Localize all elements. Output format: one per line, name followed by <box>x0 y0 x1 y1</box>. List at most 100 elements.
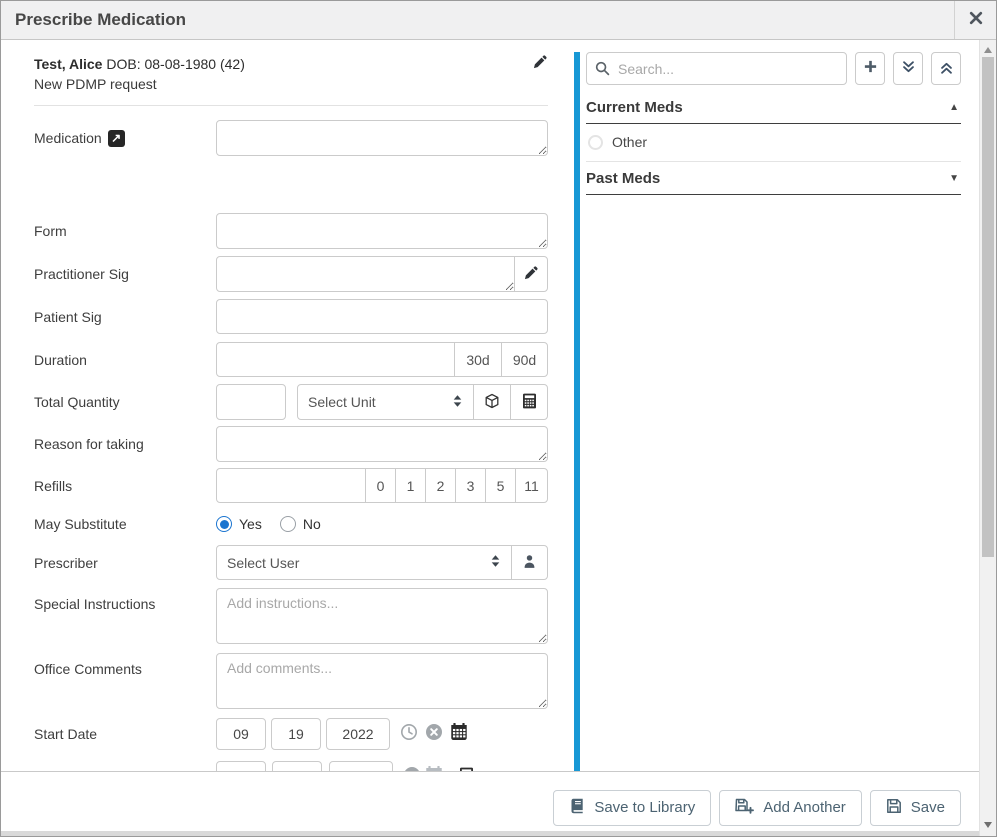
start-date-day-input[interactable] <box>271 718 321 750</box>
substitute-yes-option[interactable]: Yes <box>216 516 262 532</box>
refills-5-button[interactable]: 5 <box>485 468 516 503</box>
calculator-icon <box>522 393 537 412</box>
user-icon <box>522 554 537 572</box>
discontinue-month-input[interactable] <box>216 761 266 771</box>
prescribe-medication-dialog: Prescribe Medication Test, Alice DOB: 08… <box>0 0 997 837</box>
practitioner-sig-input[interactable] <box>216 256 515 292</box>
substitute-no-option[interactable]: No <box>280 516 321 532</box>
dialog-bottom-edge <box>1 831 979 836</box>
scrollbar-down-arrow[interactable] <box>984 822 992 828</box>
discontinue-day-input[interactable] <box>272 761 322 771</box>
start-date-month-input[interactable] <box>216 718 266 750</box>
select-self-user-button[interactable] <box>511 545 548 580</box>
save-plus-icon <box>735 798 754 818</box>
practitioner-sig-label: Practitioner Sig <box>34 266 216 282</box>
scrollbar-up-arrow[interactable] <box>984 47 992 53</box>
close-button[interactable] <box>954 1 996 39</box>
duration-row: Duration 30d 90d <box>34 342 548 377</box>
meds-panel: Current Meds ▲ Other Past Meds ▼ <box>580 40 979 771</box>
save-button[interactable]: Save <box>870 790 961 826</box>
divider <box>34 105 548 106</box>
dialog-footer: Save to Library Add Another Save <box>1 771 979 831</box>
collapse-all-button[interactable] <box>931 52 961 85</box>
refills-11-button[interactable]: 11 <box>515 468 548 503</box>
section-current-meds[interactable]: Current Meds ▲ <box>586 91 961 124</box>
vertical-scrollbar[interactable] <box>979 40 996 836</box>
discontinue-year-input[interactable] <box>329 761 393 771</box>
refills-0-button[interactable]: 0 <box>365 468 396 503</box>
search-icon <box>595 61 610 81</box>
refills-2-button[interactable]: 2 <box>425 468 456 503</box>
dialog-titlebar: Prescribe Medication <box>1 1 996 40</box>
office-comments-input[interactable] <box>216 653 548 709</box>
patient-sig-label: Patient Sig <box>34 309 216 325</box>
reason-label: Reason for taking <box>34 436 216 452</box>
substitute-yes-radio[interactable] <box>216 516 232 532</box>
prescriber-row: Prescriber Select User <box>34 545 548 580</box>
reason-input[interactable] <box>216 426 548 462</box>
quantity-calculator-button[interactable] <box>510 384 548 420</box>
patient-dob: DOB: 08-08-1980 (42) <box>106 56 245 72</box>
medication-input[interactable] <box>216 120 548 156</box>
caret-down-icon: ▼ <box>949 173 959 184</box>
refills-input[interactable] <box>216 468 366 503</box>
refills-1-button[interactable]: 1 <box>395 468 426 503</box>
special-instructions-row: Special Instructions <box>34 588 548 644</box>
total-quantity-input[interactable] <box>216 384 286 420</box>
meds-search-input[interactable] <box>586 52 847 85</box>
prescriber-label: Prescriber <box>34 555 216 571</box>
calendar-icon[interactable] <box>450 723 468 745</box>
dialog-title: Prescribe Medication <box>1 10 954 30</box>
edit-patient-pencil-icon[interactable] <box>533 54 548 74</box>
patient-name: Test, Alice <box>34 56 102 72</box>
close-icon <box>969 11 983 30</box>
practitioner-sig-row: Practitioner Sig <box>34 256 548 292</box>
special-instructions-label: Special Instructions <box>34 596 216 612</box>
start-date-year-input[interactable] <box>326 718 390 750</box>
total-quantity-label: Total Quantity <box>34 394 216 410</box>
clear-date-icon[interactable] <box>425 723 443 746</box>
may-substitute-row: May Substitute Yes No <box>34 512 548 536</box>
medication-row: Medication ↗ <box>34 120 548 156</box>
prescriber-select[interactable]: Select User <box>216 545 512 580</box>
book-icon <box>569 798 585 818</box>
save-to-library-button[interactable]: Save to Library <box>553 790 711 826</box>
form-input[interactable] <box>216 213 548 249</box>
refills-row: Refills 0 1 2 3 5 11 <box>34 468 548 503</box>
practitioner-sig-edit-button[interactable] <box>514 256 548 292</box>
duration-30d-button[interactable]: 30d <box>454 342 502 377</box>
refills-3-button[interactable]: 3 <box>455 468 486 503</box>
special-instructions-input[interactable] <box>216 588 548 644</box>
reason-row: Reason for taking <box>34 426 548 462</box>
substitute-no-radio[interactable] <box>280 516 296 532</box>
caret-up-icon: ▲ <box>949 102 959 113</box>
clock-icon[interactable] <box>400 723 418 746</box>
cube-icon <box>484 393 500 412</box>
scrollbar-thumb[interactable] <box>982 57 994 557</box>
external-link-icon[interactable]: ↗ <box>108 130 125 147</box>
add-med-button[interactable] <box>855 52 885 85</box>
double-chevron-up-icon <box>939 61 954 76</box>
office-comments-row: Office Comments <box>34 653 548 709</box>
patient-sig-input[interactable] <box>216 299 548 334</box>
dialog-body: Test, Alice DOB: 08-08-1980 (42) New PDM… <box>1 40 979 771</box>
duration-90d-button[interactable]: 90d <box>501 342 548 377</box>
double-chevron-down-icon <box>901 59 916 79</box>
add-another-button[interactable]: Add Another <box>719 790 862 826</box>
prescription-form: Test, Alice DOB: 08-08-1980 (42) New PDM… <box>1 40 574 771</box>
may-substitute-label: May Substitute <box>34 516 216 532</box>
form-label: Form <box>34 223 216 239</box>
section-past-meds[interactable]: Past Meds ▼ <box>586 162 961 195</box>
medication-label: Medication ↗ <box>34 130 216 147</box>
duration-label: Duration <box>34 352 216 368</box>
expand-all-button[interactable] <box>893 52 923 85</box>
pencil-icon <box>524 265 539 283</box>
unit-select[interactable]: Select Unit <box>297 384 474 420</box>
plus-icon <box>863 59 878 79</box>
duration-input[interactable] <box>216 342 455 377</box>
start-date-label: Start Date <box>34 726 216 742</box>
med-other-radio[interactable] <box>588 135 603 150</box>
refills-label: Refills <box>34 478 216 494</box>
dispense-package-button[interactable] <box>473 384 511 420</box>
med-item-other[interactable]: Other <box>586 124 961 162</box>
